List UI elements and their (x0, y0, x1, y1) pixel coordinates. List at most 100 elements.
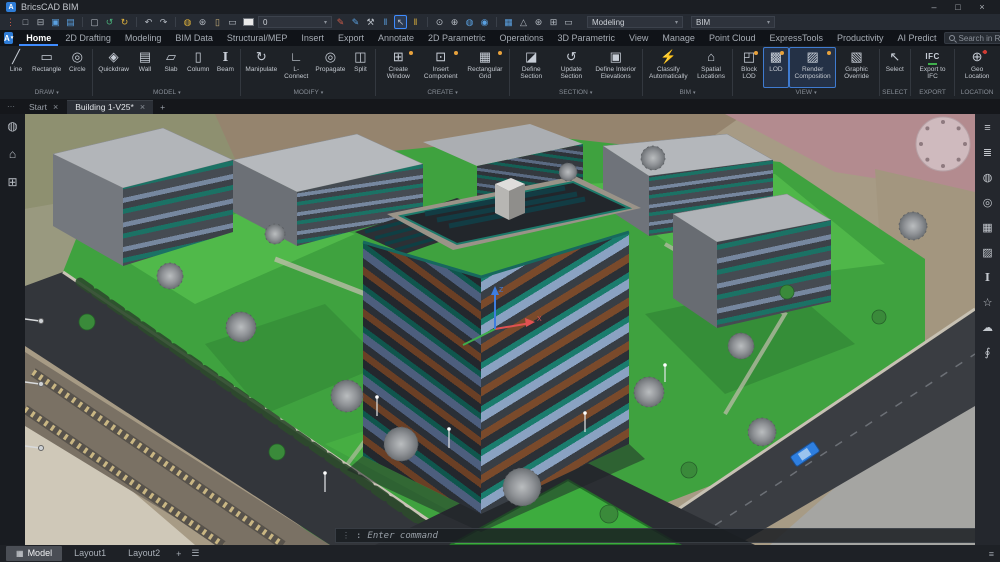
lod-button[interactable]: ▩ LOD (762, 47, 789, 88)
tab-annotate[interactable]: Annotate (371, 30, 421, 46)
look-icon[interactable]: ◍ (463, 15, 476, 29)
tab-2d-parametric[interactable]: 2D Parametric (421, 30, 493, 46)
favorites-icon[interactable]: ☆ (983, 296, 993, 309)
app-menu-button[interactable]: A ▾ (4, 32, 14, 44)
cloud-icon[interactable]: ☁ (982, 321, 993, 334)
annotate-pen-icon[interactable]: ✎ (349, 15, 362, 29)
export-to-ifc-button[interactable]: IFC Export to IFC (913, 47, 952, 88)
media-icon[interactable]: ▭ (562, 15, 575, 29)
layer-on-icon[interactable]: ◍ (181, 15, 194, 29)
tips-icon[interactable]: ◍ (7, 119, 17, 133)
wall-button[interactable]: ▤ Wall (132, 47, 158, 88)
profile-select[interactable]: BIM ▾ (691, 16, 775, 28)
export-icon[interactable]: ↻ (118, 15, 131, 29)
ribbon-search[interactable] (943, 32, 1000, 44)
group-label-view[interactable]: VIEW ▾ (735, 88, 877, 99)
block-lod-button[interactable]: ◰ Block LOD (735, 47, 763, 88)
materials-icon[interactable]: ▦ (982, 221, 992, 234)
tab-bim-data[interactable]: BIM Data (168, 30, 220, 46)
properties-icon[interactable]: ≡ (984, 122, 990, 134)
l-connect-button[interactable]: ∟ L-Connect (279, 47, 313, 88)
manipulate-button[interactable]: ↻ Manipulate (243, 47, 279, 88)
classify-automatically-button[interactable]: ⚡ Classify Automatically (645, 47, 692, 88)
group-label-select[interactable]: SELECT (882, 88, 908, 99)
layer-select[interactable]: 0 ▾ (258, 16, 332, 28)
shade-icon[interactable]: ◉ (478, 15, 491, 29)
layer-lock-icon[interactable]: ▯ (211, 15, 224, 29)
search-input[interactable] (958, 33, 1000, 43)
tab-manage[interactable]: Manage (655, 30, 702, 46)
select-button[interactable]: ↖ Select (882, 47, 908, 88)
group-label-bim[interactable]: BIM ▾ (645, 88, 730, 99)
column-button[interactable]: ▯ Column (184, 47, 212, 88)
circle-button[interactable]: ◎ Circle (64, 47, 90, 88)
rectangular-grid-button[interactable]: ▦ Rectangular Grid (463, 47, 506, 88)
define-interior-elevations-button[interactable]: ▣ Define Interior Elevations (592, 47, 640, 88)
draw-order-icon[interactable]: ✎ (334, 15, 347, 29)
model-tab[interactable]: ▦ Model (6, 546, 63, 561)
light-sources-icon[interactable]: ◍ (983, 171, 993, 184)
status-settings-icon[interactable]: ≡ (989, 549, 994, 559)
sheets-icon[interactable]: ▦ (502, 15, 515, 29)
create-window-button[interactable]: ⊞ Create Window (378, 47, 418, 88)
open-file-icon[interactable]: ⊟ (34, 15, 47, 29)
undo-icon[interactable]: ↶ (142, 15, 155, 29)
beam-button[interactable]: I Beam (212, 47, 238, 88)
view-compass[interactable] (915, 116, 971, 172)
measure-icon[interactable]: △ (517, 15, 530, 29)
print-preview-icon[interactable]: ▢ (88, 15, 101, 29)
rectangle-button[interactable]: ▭ Rectangle (29, 47, 64, 88)
group-label-modify[interactable]: MODIFY ▾ (243, 88, 373, 99)
tab-productivity[interactable]: Productivity (830, 30, 891, 46)
close-button[interactable]: × (970, 0, 994, 14)
tab-ai-predict[interactable]: AI Predict (891, 30, 944, 46)
tab-structural-mep[interactable]: Structural/MEP (220, 30, 295, 46)
viewport[interactable]: X Z ⋮ : Enter command ▴ (25, 114, 975, 545)
split-button[interactable]: ◫ Split (347, 47, 373, 88)
tab-operations[interactable]: Operations (493, 30, 551, 46)
group-label-location[interactable]: LOCATION (957, 88, 997, 99)
group-label-section[interactable]: SECTION ▾ (512, 88, 640, 99)
layers-icon[interactable]: ≣ (983, 146, 992, 159)
maximize-button[interactable]: □ (946, 0, 970, 14)
quickdraw-button[interactable]: ◈ Quickdraw (95, 47, 132, 88)
workspace-tools-icon[interactable]: ⚒ (364, 15, 377, 29)
pan-icon[interactable]: ⊕ (448, 15, 461, 29)
tab-insert[interactable]: Insert (294, 30, 331, 46)
add-layout-button[interactable]: + (172, 549, 185, 559)
workspace-select[interactable]: Modeling ▾ (587, 16, 683, 28)
tab-export[interactable]: Export (331, 30, 371, 46)
columns-a-icon[interactable]: ‖ (379, 15, 392, 29)
save-as-icon[interactable]: ▤ (64, 15, 77, 29)
tab-home[interactable]: Home (19, 30, 58, 46)
import-icon[interactable]: ↺ (103, 15, 116, 29)
home-icon[interactable]: ⌂ (9, 147, 16, 161)
slab-button[interactable]: ▱ Slab (158, 47, 184, 88)
render-composition-button[interactable]: ▨ Render Composition (788, 47, 837, 88)
tab-modeling[interactable]: Modeling (118, 30, 169, 46)
layer-print-icon[interactable]: ▭ (226, 15, 239, 29)
color-swatch[interactable] (243, 18, 254, 26)
tab-3d-parametric[interactable]: 3D Parametric (551, 30, 623, 46)
tab-point-cloud[interactable]: Point Cloud (702, 30, 763, 46)
tab-view[interactable]: View (622, 30, 655, 46)
pick-cursor-icon[interactable]: ↖ (394, 15, 407, 29)
render-presets-icon[interactable]: ▨ (982, 246, 992, 259)
settings-icon[interactable]: ⊛ (532, 15, 545, 29)
line-button[interactable]: ╱ Line (3, 47, 29, 88)
geo-location-button[interactable]: ⊕ Geo Location (957, 47, 997, 88)
tab-expresstools[interactable]: ExpressTools (762, 30, 830, 46)
structure-browser-icon[interactable]: ⊞ (7, 175, 17, 189)
attachments-icon[interactable]: ∮ (985, 346, 991, 359)
minimize-button[interactable]: – (922, 0, 946, 14)
orbit-icon[interactable]: ⊙ (433, 15, 446, 29)
layer-sun-icon[interactable]: ⊛ (196, 15, 209, 29)
tab-2d-drafting[interactable]: 2D Drafting (58, 30, 118, 46)
layout2-tab[interactable]: Layout2 (118, 546, 170, 561)
new-file-icon[interactable]: □ (19, 15, 32, 29)
layout-list-icon[interactable]: ☰ (187, 548, 203, 559)
command-grip-icon[interactable]: ⋮ (342, 531, 350, 540)
insert-component-button[interactable]: ⊡ Insert Component (418, 47, 463, 88)
text-styles-icon[interactable]: I (985, 271, 990, 284)
close-icon[interactable]: × (140, 102, 145, 112)
